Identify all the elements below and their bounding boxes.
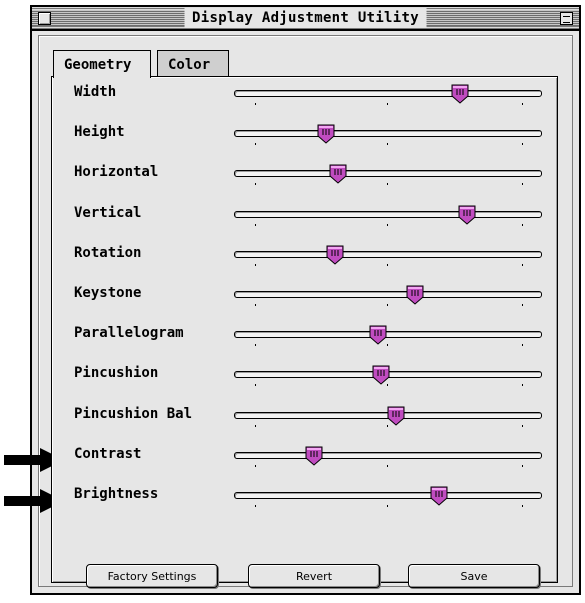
slider-label: Contrast bbox=[74, 445, 142, 462]
slider-tick bbox=[387, 263, 388, 266]
slider-tick bbox=[521, 424, 523, 427]
slider-label: Rotation bbox=[74, 244, 142, 261]
slider-track[interactable] bbox=[234, 331, 542, 339]
slider-tick bbox=[387, 304, 388, 306]
slider-tick bbox=[521, 103, 523, 105]
slider-tick bbox=[387, 103, 388, 105]
slider-thumb[interactable] bbox=[317, 124, 335, 144]
slider-tick bbox=[521, 223, 523, 226]
slider-track[interactable] bbox=[234, 250, 542, 258]
slider-tick bbox=[521, 143, 523, 146]
geometry-panel: Width Height Horizontal Vertical Rotation Key… bbox=[51, 76, 558, 588]
slider-tick bbox=[387, 505, 388, 507]
slider-track[interactable] bbox=[234, 90, 542, 97]
slider-row: Pincushion Bal bbox=[52, 399, 557, 439]
app-window: Display Adjustment Utility Geometry Colo… bbox=[30, 5, 581, 595]
slider-track[interactable] bbox=[234, 170, 542, 178]
slider-thumb[interactable] bbox=[305, 446, 323, 466]
slider-track[interactable] bbox=[234, 130, 542, 138]
window-title: Display Adjustment Utility bbox=[184, 8, 427, 28]
slider-label: Pincushion bbox=[74, 365, 159, 382]
slider-label: Width bbox=[74, 84, 117, 100]
tab-color[interactable]: Color bbox=[157, 50, 229, 76]
slider-row: Brightness bbox=[52, 479, 557, 519]
slider-row: Contrast bbox=[52, 439, 557, 479]
slider-thumb[interactable] bbox=[326, 245, 344, 265]
title-bar[interactable]: Display Adjustment Utility bbox=[32, 7, 579, 31]
slider-row: Vertical bbox=[52, 198, 557, 238]
slider-tick bbox=[255, 384, 257, 387]
slider-track[interactable] bbox=[234, 451, 542, 459]
slider-label: Pincushion Bal bbox=[74, 405, 193, 422]
slider-label: Keystone bbox=[74, 285, 142, 301]
slider-tick bbox=[255, 304, 257, 306]
slider-tick bbox=[521, 344, 523, 347]
slider-row: Horizontal bbox=[52, 157, 557, 197]
slider-row: Pincushion bbox=[52, 358, 557, 398]
close-box-icon[interactable] bbox=[38, 12, 51, 25]
slider-row: Rotation bbox=[52, 238, 557, 278]
factory-settings-button[interactable]: Factory Settings bbox=[86, 564, 218, 588]
slider-tick bbox=[521, 384, 523, 387]
slider-label: Horizontal bbox=[74, 164, 159, 181]
slider-tick bbox=[387, 183, 388, 186]
slider-tick bbox=[387, 464, 388, 467]
slider-thumb[interactable] bbox=[372, 365, 390, 386]
button-row: Factory Settings Revert Save bbox=[52, 564, 557, 590]
slider-row: Width bbox=[52, 77, 557, 117]
tab-geometry[interactable]: Geometry bbox=[53, 50, 151, 78]
slider-row: Height bbox=[52, 117, 557, 157]
slider-tick bbox=[387, 223, 388, 226]
slider-thumb[interactable] bbox=[329, 164, 347, 185]
slider-label: Parallelogram bbox=[74, 325, 184, 342]
slider-track[interactable] bbox=[234, 492, 542, 499]
slider-tick bbox=[255, 183, 257, 186]
slider-thumb[interactable] bbox=[451, 84, 469, 104]
slider-row: Parallelogram bbox=[52, 318, 557, 358]
slider-tick bbox=[521, 263, 523, 266]
slider-label: Height bbox=[74, 124, 125, 141]
slider-thumb[interactable] bbox=[458, 205, 476, 225]
slider-track[interactable] bbox=[234, 291, 542, 298]
slider-thumb[interactable] bbox=[387, 406, 405, 426]
slider-row: Keystone bbox=[52, 278, 557, 318]
slider-thumb[interactable] bbox=[369, 325, 387, 345]
slider-tick bbox=[255, 103, 257, 105]
slider-thumb[interactable] bbox=[430, 486, 448, 506]
slider-tick bbox=[521, 464, 523, 467]
slider-label: Brightness bbox=[74, 486, 159, 502]
slider-tick bbox=[387, 143, 388, 146]
slider-tick bbox=[255, 424, 257, 427]
slider-tick bbox=[521, 505, 523, 507]
slider-tick bbox=[521, 183, 523, 186]
slider-tick bbox=[255, 344, 257, 347]
slider-label: Vertical bbox=[74, 204, 142, 221]
slider-tick bbox=[255, 505, 257, 507]
slider-track[interactable] bbox=[234, 210, 542, 218]
window-content: Geometry Color Width Height Horizontal Vert… bbox=[38, 35, 573, 588]
slider-tick bbox=[255, 143, 257, 146]
zoom-box-icon[interactable] bbox=[560, 12, 573, 25]
slider-tick bbox=[521, 304, 523, 306]
slider-thumb[interactable] bbox=[406, 285, 424, 305]
slider-tick bbox=[387, 344, 388, 347]
slider-tick bbox=[255, 263, 257, 266]
revert-button[interactable]: Revert bbox=[248, 564, 380, 588]
slider-tick bbox=[255, 464, 257, 467]
slider-tick bbox=[255, 223, 257, 226]
save-button[interactable]: Save bbox=[408, 564, 540, 588]
